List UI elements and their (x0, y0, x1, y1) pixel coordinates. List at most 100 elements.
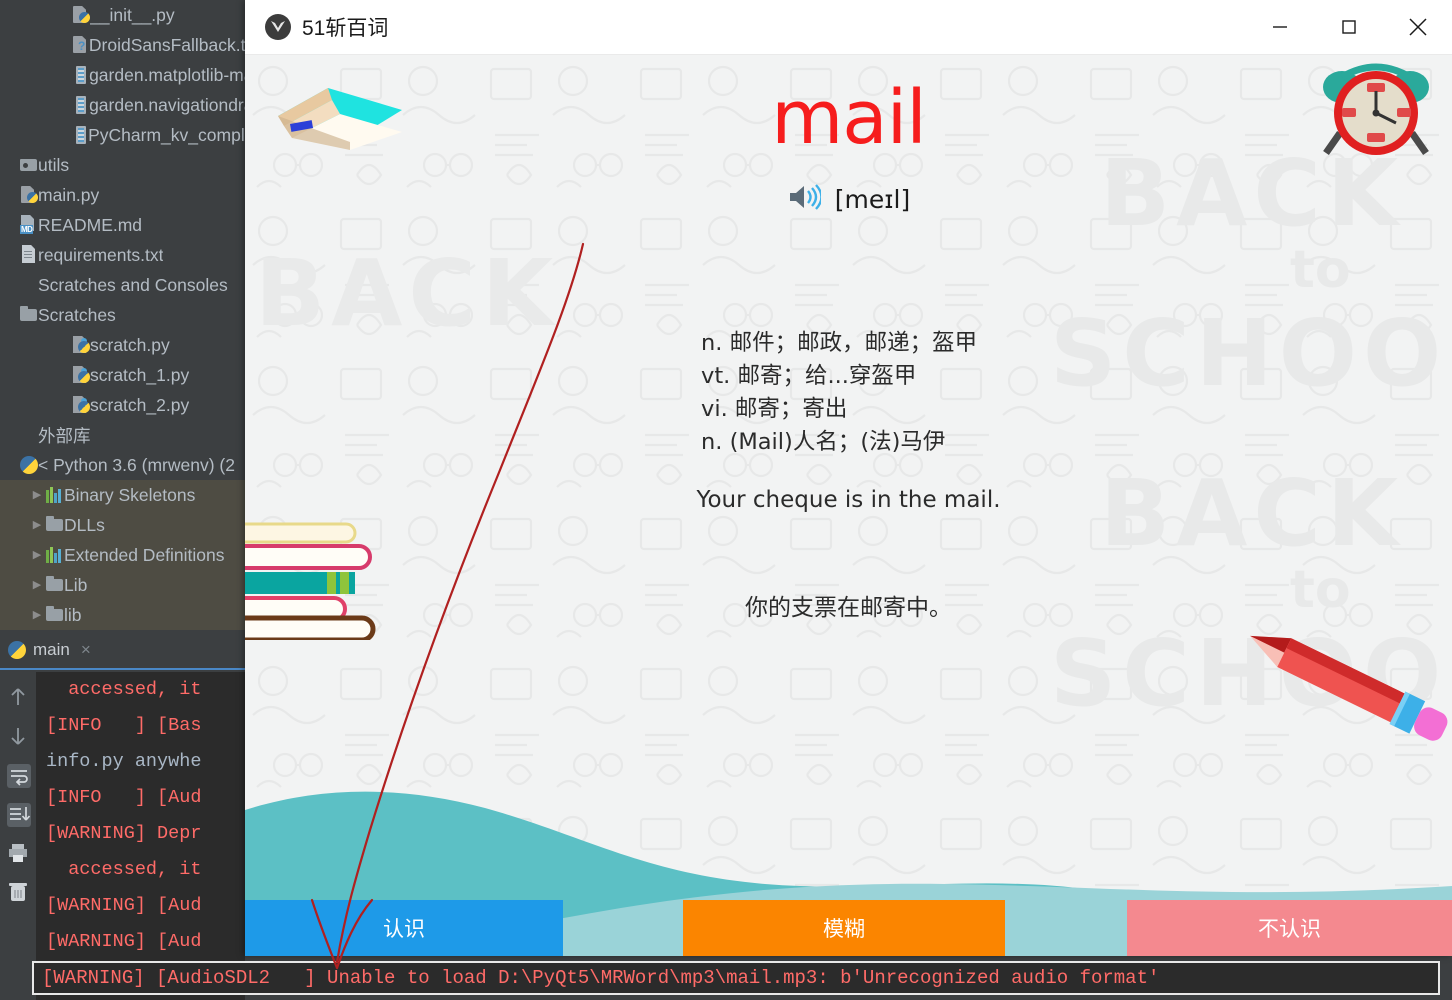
definition-line: n. (Mail)人名；(法)马伊 (701, 429, 946, 455)
tree-item[interactable]: ▶ DLLs (0, 510, 245, 540)
tree-item-label: __init__.py (90, 4, 175, 25)
expand-arrow-icon[interactable]: ▶ (28, 549, 46, 561)
kv-file-icon (72, 95, 89, 115)
run-console-panel: main × accessed, it [INFO ] [Bas info.py… (0, 632, 245, 1000)
expand-arrow-icon[interactable]: ▶ (28, 609, 46, 621)
none (20, 425, 38, 445)
example-translation: 你的支票在邮寄中。 (745, 595, 952, 621)
tree-item-label: DroidSansFallback.ttf (88, 34, 245, 55)
scratch-file-icon (72, 395, 90, 415)
tree-item-label: garden.matplotlib-ma (89, 64, 245, 85)
tree-item[interactable]: ▶ lib (0, 600, 245, 630)
tree-item-label: Extended Definitions (64, 544, 225, 565)
soft-wrap-icon[interactable] (7, 764, 31, 788)
tree-item[interactable]: ▶ Extended Definitions (0, 540, 245, 570)
run-tab-main[interactable]: main × (0, 632, 245, 670)
python-interpreter-icon (20, 455, 38, 475)
arrow-up-icon[interactable] (7, 686, 29, 708)
tree-item[interactable]: garden.navigationdra (0, 90, 245, 120)
watermark-back-2: BACK (1100, 460, 1405, 567)
app-logo-icon (265, 14, 291, 40)
folder-icon (46, 605, 64, 625)
console-line: [INFO ] [Bas (46, 715, 202, 736)
expand-arrow-icon[interactable]: ▶ (28, 579, 46, 591)
project-tree-panel[interactable]: __init__.py DroidSansFallback.ttf garden.m… (0, 0, 245, 632)
tree-item-label: README.md (38, 214, 143, 235)
tree-item-label: PyCharm_kv_completi (88, 124, 245, 145)
know-button[interactable]: 认识 (245, 900, 563, 956)
tree-item[interactable]: scratch_1.py (0, 360, 245, 390)
definition-line: vi. 邮寄；寄出 (701, 396, 848, 422)
python-run-icon (8, 640, 26, 660)
scratch-file-icon (72, 335, 90, 355)
unknown-file-icon (72, 35, 89, 55)
tree-item-label: Scratches (38, 304, 116, 325)
console-line: info.py anywhe (46, 751, 202, 772)
speaker-icon[interactable] (787, 183, 823, 216)
watermark-to: to (1290, 240, 1351, 300)
trash-icon[interactable] (7, 881, 29, 903)
tree-item[interactable]: __init__.py (0, 0, 245, 30)
minimize-icon[interactable] (1245, 0, 1314, 55)
console-toolbar[interactable] (0, 672, 36, 1000)
tree-item-label: scratch_1.py (90, 364, 190, 385)
maximize-icon[interactable] (1314, 0, 1383, 55)
scratch-file-icon (72, 365, 90, 385)
tree-item[interactable]: utils (0, 150, 245, 180)
tree-item-label: garden.navigationdra (89, 94, 245, 115)
button-gap-1 (563, 900, 683, 956)
run-tab-close-icon[interactable]: × (81, 640, 91, 660)
console-line: [WARNING] [Aud (46, 931, 202, 952)
app-title: 51斩百词 (302, 17, 389, 40)
tree-item[interactable]: main.py (0, 180, 245, 210)
word-title: mail (771, 75, 927, 161)
python-file-icon (72, 5, 90, 25)
not-know-button[interactable]: 不认识 (1127, 900, 1452, 956)
tree-item-label: utils (38, 154, 70, 175)
close-icon[interactable] (1383, 0, 1452, 55)
tree-item[interactable]: ▶ Binary Skeletons (0, 480, 245, 510)
app-titlebar: 51斩百词 (245, 0, 1452, 55)
tree-item[interactable]: scratch_2.py (0, 390, 245, 420)
console-line: [WARNING] [Aud (46, 895, 202, 916)
markdown-file-icon (20, 215, 38, 235)
button-gap-2 (1005, 900, 1127, 956)
tree-item[interactable]: 外部库 (0, 420, 245, 450)
tree-item-label: Scratches and Consoles (38, 274, 228, 295)
run-tab-label: main (33, 640, 70, 659)
console-output[interactable]: accessed, it [INFO ] [Bas info.py anywhe [I… (36, 672, 245, 1000)
action-button-row: 认识 模糊 不认识 (245, 900, 1452, 956)
app-window: 51斩百词 BACK to SCHOO BACK to SCH O BACK m… (245, 0, 1452, 956)
arrow-down-icon[interactable] (7, 725, 29, 747)
phonetic-text: [meɪl] (834, 185, 911, 214)
tree-item-label: requirements.txt (38, 244, 164, 265)
tree-item[interactable]: garden.matplotlib-ma (0, 60, 245, 90)
tree-item-label: 外部库 (38, 425, 91, 446)
phonetic-row: [meɪl] (245, 183, 1452, 216)
none (20, 275, 38, 295)
tree-item-label: lib (64, 604, 82, 625)
tree-item[interactable]: DroidSansFallback.ttf (0, 30, 245, 60)
scroll-to-end-icon[interactable] (7, 803, 31, 827)
tree-item-label: scratch.py (90, 334, 170, 355)
text-file-icon (20, 245, 38, 265)
tree-item-label: < Python 3.6 (mrwenv) (2 (38, 454, 235, 475)
tree-item[interactable]: PyCharm_kv_completi (0, 120, 245, 150)
folder-icon (20, 305, 38, 325)
tree-item[interactable]: ▶ Lib (0, 570, 245, 600)
tree-item-label: main.py (38, 184, 100, 205)
expand-arrow-icon[interactable]: ▶ (28, 519, 46, 531)
tree-item[interactable]: < Python 3.6 (mrwenv) (2 (0, 450, 245, 480)
tree-item-label: Lib (64, 574, 88, 595)
tree-item[interactable]: scratch.py (0, 330, 245, 360)
kv-file-icon (72, 65, 89, 85)
tree-item[interactable]: README.md (0, 210, 245, 240)
definition-line: vt. 邮寄；给...穿盔甲 (701, 363, 917, 389)
tree-item[interactable]: requirements.txt (0, 240, 245, 270)
print-icon[interactable] (7, 842, 29, 864)
fuzzy-button[interactable]: 模糊 (683, 900, 1005, 956)
tree-item[interactable]: Scratches (0, 300, 245, 330)
tree-item[interactable]: Scratches and Consoles (0, 270, 245, 300)
expand-arrow-icon[interactable]: ▶ (28, 489, 46, 501)
skeleton-bars-icon (46, 487, 64, 503)
